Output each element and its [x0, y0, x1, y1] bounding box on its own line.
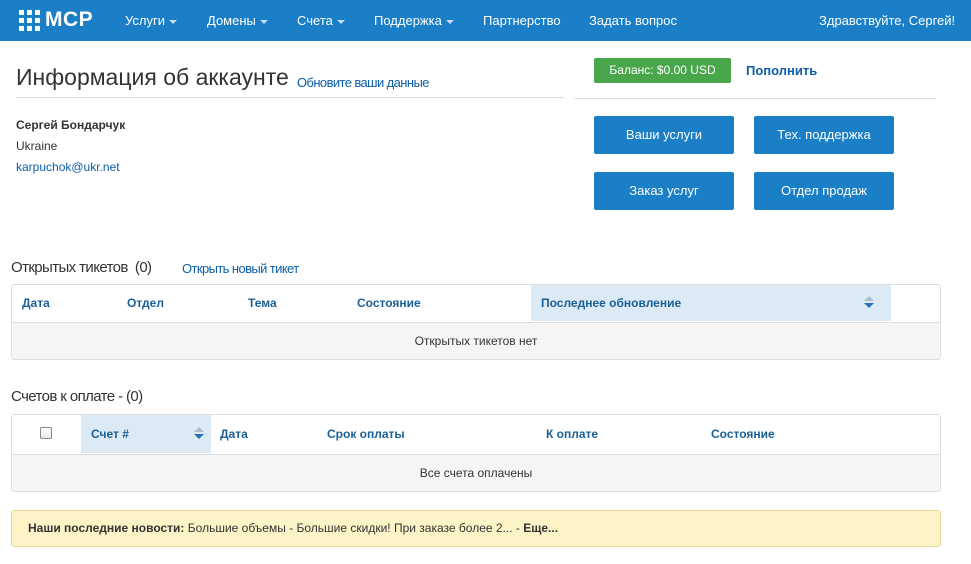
user-country: Ukraine: [16, 139, 58, 153]
nav-item-services[interactable]: Услуги: [125, 0, 177, 41]
nav-item-label: Поддержка: [374, 13, 442, 28]
column-header-label: Счет #: [91, 427, 129, 441]
tickets-table: Дата Отдел Тема Состояние Последнее обно…: [11, 284, 941, 360]
column-header-status[interactable]: Состояние: [711, 415, 775, 453]
news-text[interactable]: Большие объемы - Большие скидки! При зак…: [188, 521, 513, 535]
balance-badge: Баланс: $0.00 USD: [594, 58, 731, 83]
sort-icon: [864, 296, 874, 310]
select-all-checkbox[interactable]: [40, 427, 52, 439]
nav-item-support[interactable]: Поддержка: [374, 0, 454, 41]
tickets-title-text: Открытых тикетов: [11, 259, 128, 276]
divider: [16, 97, 564, 98]
column-header-status[interactable]: Состояние: [357, 285, 421, 321]
topup-link[interactable]: Пополнить: [746, 63, 817, 78]
user-email[interactable]: karpuchok@ukr.net: [16, 160, 120, 174]
nav-item-label: Счета: [297, 13, 333, 28]
user-name: Сергей Бондарчук: [16, 118, 126, 132]
nav-item-invoices[interactable]: Счета: [297, 0, 345, 41]
update-details-link[interactable]: Обновите ваши данные: [297, 75, 429, 90]
nav-item-ask-question[interactable]: Задать вопрос: [589, 0, 677, 41]
nav-item-partnership[interactable]: Партнерство: [483, 0, 561, 41]
column-header-due-date[interactable]: Срок оплаты: [327, 415, 405, 453]
sort-icon: [194, 427, 204, 441]
caret-down-icon: [259, 19, 268, 24]
nav-greeting[interactable]: Здравствуйте, Сергей!: [819, 0, 955, 41]
invoices-title: Счетов к оплате - (0): [11, 388, 143, 405]
top-navbar: MCP Услуги Домены Счета Поддержка Партне…: [0, 0, 971, 41]
sales-department-button[interactable]: Отдел продаж: [754, 172, 894, 210]
tickets-title: Открытых тикетов (0): [11, 259, 152, 276]
tickets-count: (0): [134, 259, 152, 276]
open-new-ticket-link[interactable]: Открыть новый тикет: [182, 261, 299, 276]
column-header-department[interactable]: Отдел: [127, 285, 164, 321]
column-header-amount[interactable]: К оплате: [546, 415, 598, 453]
column-header-subject[interactable]: Тема: [248, 285, 277, 321]
caret-down-icon: [168, 19, 177, 24]
caret-down-icon: [445, 19, 454, 24]
caret-down-icon: [336, 19, 345, 24]
grid-logo-icon: [19, 9, 40, 31]
news-separator: -: [515, 521, 520, 535]
news-bar: Наши последние новости: Большие объемы -…: [11, 510, 941, 547]
nav-item-label: Услуги: [125, 13, 165, 28]
nav-item-label: Домены: [207, 13, 256, 28]
order-services-button[interactable]: Заказ услуг: [594, 172, 734, 210]
news-label: Наши последние новости:: [28, 521, 185, 535]
column-header-label: Последнее обновление: [541, 296, 682, 310]
page-title: Информация об аккаунте: [16, 64, 289, 90]
table-empty-row: Все счета оплачены: [12, 454, 940, 491]
column-header-date[interactable]: Дата: [220, 415, 248, 453]
divider: [574, 98, 936, 99]
your-services-button[interactable]: Ваши услуги: [594, 116, 734, 154]
table-empty-row: Открытых тикетов нет: [12, 322, 940, 359]
news-more-link[interactable]: Еще...: [523, 521, 558, 535]
column-header-last-updated[interactable]: Последнее обновление: [531, 285, 891, 321]
tech-support-button[interactable]: Тех. поддержка: [754, 116, 894, 154]
invoices-table: Счет # Дата Срок оплаты К оплате Состоян…: [11, 414, 941, 492]
logo-text: MCP: [45, 8, 94, 31]
column-header-invoice-number[interactable]: Счет #: [81, 415, 211, 453]
nav-item-domains[interactable]: Домены: [207, 0, 268, 41]
logo[interactable]: MCP: [19, 8, 93, 32]
column-header-date[interactable]: Дата: [22, 285, 50, 321]
